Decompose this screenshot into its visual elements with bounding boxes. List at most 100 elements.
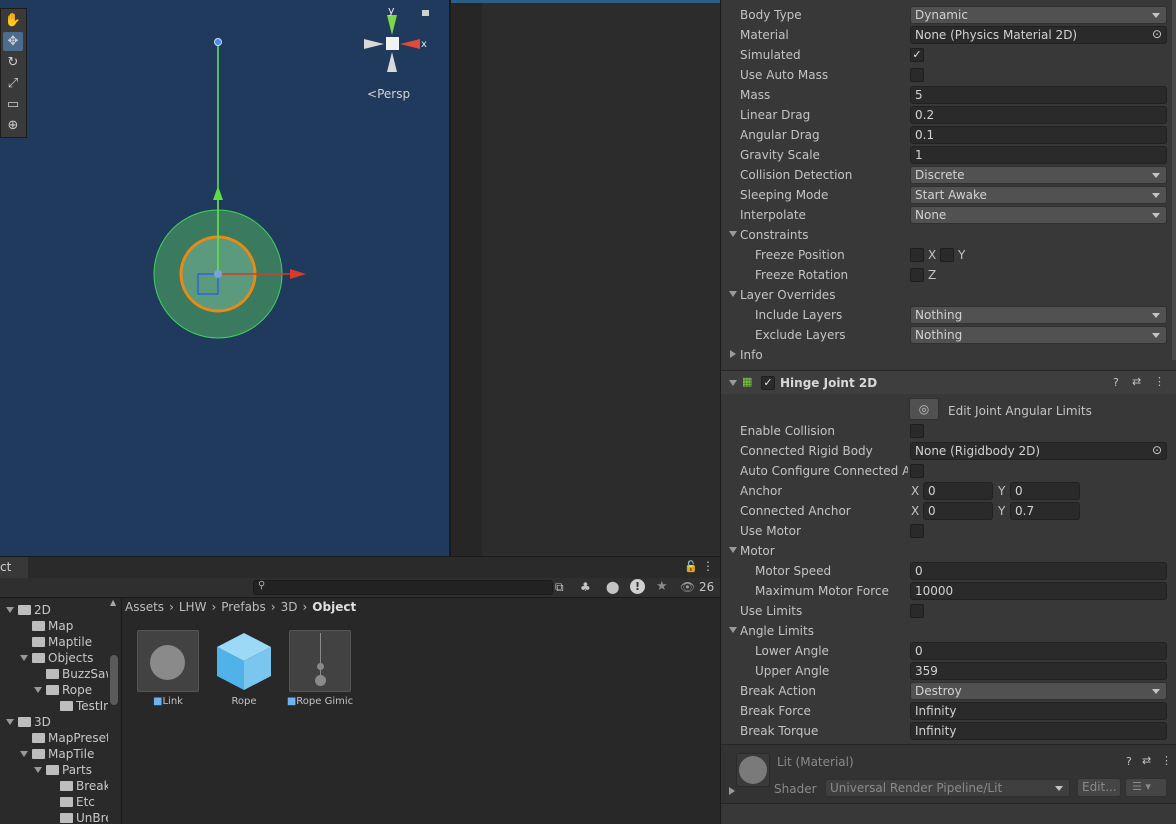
rotate-tool-icon[interactable]: ↻ xyxy=(3,53,23,72)
constraints-row[interactable]: Constraints xyxy=(721,225,1176,245)
edit-angular-limits-button[interactable]: ◎ xyxy=(909,398,939,420)
favorite-star-icon[interactable]: ★ xyxy=(656,579,668,594)
move-x-arrow-icon[interactable] xyxy=(290,269,306,279)
folder-tree-item[interactable]: Map xyxy=(20,618,73,634)
include-layers-dropdown[interactable]: Nothing xyxy=(910,306,1167,324)
auto-config-checkbox[interactable] xyxy=(910,464,924,478)
breadcrumb-item[interactable]: Object xyxy=(312,600,356,614)
exclude-layers-dropdown[interactable]: Nothing xyxy=(910,326,1167,344)
auto-mass-checkbox[interactable] xyxy=(910,68,924,82)
help-icon[interactable]: ? xyxy=(1126,755,1132,768)
material-preview[interactable] xyxy=(736,753,770,787)
foldout-open-icon[interactable] xyxy=(6,607,14,613)
folder-tree-item[interactable]: 3D xyxy=(6,714,51,730)
foldout-open-icon[interactable] xyxy=(729,627,737,633)
search-by-type-icon[interactable]: ⧉ xyxy=(555,580,564,595)
mass-field[interactable]: 5 xyxy=(910,86,1167,104)
scroll-up-icon[interactable]: ▲ xyxy=(110,598,116,607)
folder-tree-item[interactable]: Objects xyxy=(20,650,93,666)
foldout-open-icon[interactable] xyxy=(34,687,42,693)
break-force-field[interactable]: Infinity xyxy=(910,702,1167,720)
presets-icon[interactable]: ⇄ xyxy=(1132,375,1141,388)
folder-tree-item[interactable]: MapPreset xyxy=(20,730,111,746)
anchor-y-field[interactable]: 0 xyxy=(1010,482,1080,500)
info-row[interactable]: Info xyxy=(721,345,1176,365)
max-force-field[interactable]: 10000 xyxy=(910,582,1167,600)
asset-rope-gimic[interactable]: ■Rope Gimic xyxy=(285,630,355,707)
rect-tool-icon[interactable]: ▭ xyxy=(3,95,23,114)
material-field[interactable]: None (Physics Material 2D) ⊙ xyxy=(910,26,1167,44)
connected-rb-field[interactable]: None (Rigidbody 2D) ⊙ xyxy=(910,442,1167,460)
anchor-x-field[interactable]: 0 xyxy=(923,482,993,500)
use-limits-checkbox[interactable] xyxy=(910,604,924,618)
more-options-icon[interactable]: ⋮ xyxy=(702,559,714,573)
freeze-x-checkbox[interactable] xyxy=(910,248,924,262)
asset-link[interactable]: ■Link xyxy=(133,630,203,707)
foldout-open-icon[interactable] xyxy=(20,655,28,661)
lower-angle-field[interactable]: 0 xyxy=(910,642,1167,660)
orientation-gizmo[interactable]: y x xyxy=(364,4,429,72)
angle-limits-row[interactable]: Angle Limits xyxy=(721,621,1176,641)
move-tool-icon[interactable]: ✥ xyxy=(3,32,23,51)
folder-tree-item[interactable]: Parts xyxy=(34,762,92,778)
filter-icon[interactable]: ♣ xyxy=(580,580,591,594)
freeze-z-checkbox[interactable] xyxy=(910,268,924,282)
folder-tree-item[interactable]: Rope xyxy=(34,682,92,698)
folder-tree-item[interactable]: BuzzSaw xyxy=(34,666,115,682)
help-icon[interactable]: ? xyxy=(1113,376,1119,389)
body-type-dropdown[interactable]: Dynamic xyxy=(910,6,1167,24)
foldout-open-icon[interactable] xyxy=(20,751,28,757)
folder-scroll-thumb[interactable] xyxy=(110,655,118,705)
foldout-open-icon[interactable] xyxy=(729,231,737,237)
warning-icon[interactable]: ! xyxy=(630,579,645,594)
connected-anchor-handle[interactable] xyxy=(214,38,222,46)
folder-scrollbar[interactable]: ▲ xyxy=(108,598,120,824)
shader-dropdown[interactable]: Universal Render Pipeline/Lit xyxy=(825,779,1070,797)
angular-drag-field[interactable]: 0.1 xyxy=(910,126,1167,144)
folder-tree-item[interactable]: Maptile xyxy=(20,634,92,650)
collision-dropdown[interactable]: Discrete xyxy=(910,166,1167,184)
inspector-scrollbar[interactable] xyxy=(1172,0,1176,360)
foldout-closed-icon[interactable] xyxy=(729,787,735,795)
transform-tool-icon[interactable]: ⊕ xyxy=(3,116,23,135)
asset-rope[interactable]: Rope xyxy=(209,630,279,707)
simulated-checkbox[interactable]: ✓ xyxy=(910,48,924,62)
breadcrumb-item[interactable]: 3D xyxy=(281,600,298,614)
folder-tree-item[interactable]: 2D xyxy=(6,602,51,618)
label-icon[interactable]: ⬤ xyxy=(606,580,619,594)
foldout-open-icon[interactable] xyxy=(729,547,737,553)
lock-icon[interactable]: 🔓 xyxy=(684,560,698,573)
object-picker-icon[interactable]: ⊙ xyxy=(1152,27,1162,41)
interpolate-dropdown[interactable]: None xyxy=(910,206,1167,224)
hand-tool-icon[interactable]: ✋ xyxy=(3,11,23,30)
move-y-arrow-icon[interactable] xyxy=(213,186,223,200)
break-action-dropdown[interactable]: Destroy xyxy=(910,682,1167,700)
sleeping-dropdown[interactable]: Start Awake xyxy=(910,186,1167,204)
upper-angle-field[interactable]: 359 xyxy=(910,662,1167,680)
foldout-open-icon[interactable] xyxy=(34,767,42,773)
search-input[interactable]: ⚲ xyxy=(253,580,553,595)
hinge-enabled-checkbox[interactable]: ✓ xyxy=(761,376,775,390)
breadcrumb-item[interactable]: Assets xyxy=(125,600,164,614)
projection-toggle[interactable]: <Persp xyxy=(367,87,410,101)
hinge-joint-header[interactable]: ▦ ✓ Hinge Joint 2D ? ⇄ ⋮ xyxy=(721,370,1176,394)
foldout-closed-icon[interactable] xyxy=(730,350,736,358)
breadcrumb-item[interactable]: LHW xyxy=(179,600,207,614)
motor-speed-field[interactable]: 0 xyxy=(910,562,1167,580)
component-foldout-icon[interactable] xyxy=(729,380,737,386)
eye-icon[interactable]: 👁 xyxy=(680,580,695,594)
folder-tree-item[interactable]: Etc xyxy=(48,794,95,810)
foldout-open-icon[interactable] xyxy=(729,291,737,297)
motor-row[interactable]: Motor xyxy=(721,541,1176,561)
breadcrumb-item[interactable]: Prefabs xyxy=(221,600,266,614)
tab-project[interactable]: ct xyxy=(0,557,28,579)
gravity-field[interactable]: 1 xyxy=(910,146,1167,164)
layer-overrides-row[interactable]: Layer Overrides xyxy=(721,285,1176,305)
folder-tree-item[interactable]: MapTile xyxy=(20,746,94,762)
connected-anchor-y-field[interactable]: 0.7 xyxy=(1010,502,1080,520)
presets-icon[interactable]: ⇄ xyxy=(1142,754,1151,767)
freeze-y-checkbox[interactable] xyxy=(940,248,954,262)
scene-view[interactable]: y x ✋ ✥ ↻ ⤢ ▭ ⊕ <Persp xyxy=(0,0,449,556)
edit-shader-button[interactable]: Edit... xyxy=(1077,778,1121,797)
foldout-open-icon[interactable] xyxy=(6,719,14,725)
